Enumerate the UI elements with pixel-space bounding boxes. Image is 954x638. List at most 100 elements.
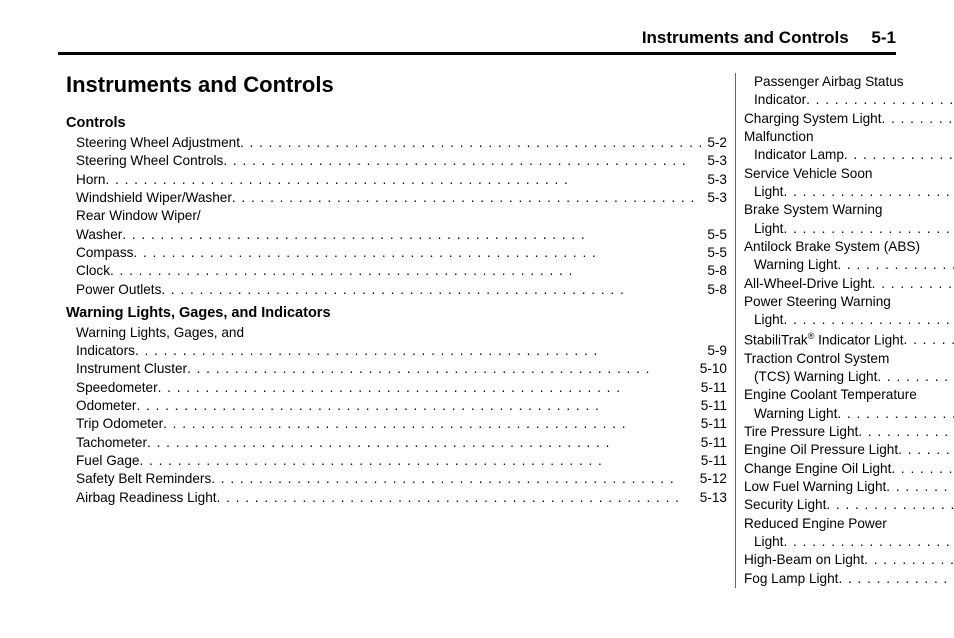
- toc-label: Safety Belt Reminders: [76, 470, 211, 488]
- column-2: Passenger Airbag StatusIndicator5-14Char…: [735, 73, 954, 588]
- toc-leader: [783, 220, 954, 238]
- toc-page: 5-9: [703, 342, 727, 360]
- toc-leader: [122, 226, 703, 244]
- toc-page: 5-10: [696, 360, 727, 378]
- toc-label: Change Engine Oil Light: [744, 460, 891, 478]
- column-1: Instruments and Controls Controls Steerin…: [58, 73, 735, 588]
- toc-group-title: Controls: [66, 115, 727, 132]
- toc-entry: All-Wheel-Drive Light5-19: [744, 275, 954, 293]
- toc-label: Speedometer: [76, 379, 158, 397]
- toc-entry: Speedometer5-11: [66, 379, 727, 397]
- toc-label: High-Beam on Light: [744, 551, 864, 569]
- toc-entry: Compass5-5: [66, 244, 727, 262]
- toc-label: Tire Pressure Light: [744, 423, 858, 441]
- toc-entry-wrap: Malfunction: [744, 128, 954, 146]
- toc-leader: [783, 533, 954, 551]
- toc-leader: [826, 496, 954, 514]
- toc-leader: [806, 91, 954, 109]
- toc-leader: [837, 256, 954, 274]
- toc-entry: StabiliTrak® Indicator Light5-20: [744, 330, 954, 350]
- toc-label: Light: [754, 533, 783, 551]
- toc-leader: [886, 478, 954, 496]
- toc-entry: Warning Light5-21: [744, 405, 954, 423]
- toc-group-title: Warning Lights, Gages, and Indicators: [66, 305, 727, 322]
- toc-label: (TCS) Warning Light: [754, 368, 877, 386]
- toc-leader: [105, 171, 703, 189]
- toc-list: Warning Lights, Gages, andIndicators5-9I…: [66, 324, 727, 507]
- toc-entry-wrap: Service Vehicle Soon: [744, 165, 954, 183]
- toc-entry: Fog Lamp Light5-24: [744, 570, 954, 588]
- section-title: Instruments and Controls: [66, 73, 727, 97]
- toc-page: 5-8: [703, 262, 727, 280]
- toc-label: Power Outlets: [76, 281, 161, 299]
- toc-label: StabiliTrak® Indicator Light: [744, 330, 904, 350]
- toc-page: 5-3: [703, 171, 727, 189]
- toc-label: Trip Odometer: [76, 415, 163, 433]
- toc-leader: [864, 551, 954, 569]
- toc-leader: [135, 342, 703, 360]
- toc-entry-wrap: Reduced Engine Power: [744, 515, 954, 533]
- toc-entry: Clock 5-8: [66, 262, 727, 280]
- toc-leader: [904, 331, 954, 349]
- toc-leader: [133, 244, 703, 262]
- header-page: 5-1: [871, 28, 896, 47]
- toc-entry: Light5-18: [744, 220, 954, 238]
- toc-label: Indicators: [76, 342, 135, 360]
- toc-entry: Steering Wheel Adjustment5-2: [66, 134, 727, 152]
- page: Instruments and Controls 5-1 Instruments…: [0, 0, 954, 612]
- toc-leader: [158, 379, 697, 397]
- toc-page: 5-3: [703, 152, 727, 170]
- toc-leader: [161, 281, 703, 299]
- toc-leader: [136, 397, 696, 415]
- toc-label: Light: [754, 183, 783, 201]
- toc-leader: [147, 434, 697, 452]
- toc-label: Indicator: [754, 91, 806, 109]
- toc-label: Clock: [76, 262, 110, 280]
- toc-entry-wrap: Power Steering Warning: [744, 293, 954, 311]
- toc-leader: [783, 311, 954, 329]
- toc-leader: [877, 368, 954, 386]
- toc-entry: Indicator Lamp5-15: [744, 146, 954, 164]
- toc-page: 5-3: [703, 189, 727, 207]
- toc-entry-wrap: Rear Window Wiper/: [66, 207, 727, 225]
- toc-label: Washer: [76, 226, 122, 244]
- toc-page: 5-8: [703, 281, 727, 299]
- toc-leader: [837, 405, 954, 423]
- toc-label: Warning Light: [754, 405, 837, 423]
- toc-leader: [838, 570, 954, 588]
- toc-page: 5-11: [697, 452, 727, 470]
- toc-leader: [110, 262, 703, 280]
- toc-columns: Instruments and Controls Controls Steerin…: [58, 73, 896, 588]
- toc-label: Engine Oil Pressure Light: [744, 441, 898, 459]
- toc-label: Fog Lamp Light: [744, 570, 838, 588]
- toc-leader: [232, 189, 703, 207]
- toc-leader: [844, 146, 954, 164]
- toc-entry: (TCS) Warning Light5-20: [744, 368, 954, 386]
- toc-leader: [139, 452, 696, 470]
- toc-entry-wrap: Warning Lights, Gages, and: [66, 324, 727, 342]
- toc-entry-wrap: Passenger Airbag Status: [744, 73, 954, 91]
- toc-entry: Odometer5-11: [66, 397, 727, 415]
- toc-entry: Engine Oil Pressure Light5-22: [744, 441, 954, 459]
- toc-entry: Windshield Wiper/Washer 5-3: [66, 189, 727, 207]
- toc-page: 5-5: [703, 226, 727, 244]
- toc-label: Light: [754, 311, 783, 329]
- toc-entry-wrap: Brake System Warning: [744, 201, 954, 219]
- toc-leader: [783, 183, 954, 201]
- toc-leader: [858, 423, 954, 441]
- toc-page: 5-13: [696, 489, 727, 507]
- header-chapter: Instruments and Controls: [642, 28, 849, 47]
- toc-label: Steering Wheel Adjustment: [76, 134, 240, 152]
- toc-leader: [891, 460, 954, 478]
- toc-label: Horn: [76, 171, 105, 189]
- toc-leader: [882, 110, 954, 128]
- toc-leader: [187, 360, 696, 378]
- toc-label: Compass: [76, 244, 133, 262]
- toc-entry: Change Engine Oil Light5-22: [744, 460, 954, 478]
- toc-entry: Light5-20: [744, 311, 954, 329]
- toc-list: Steering Wheel Adjustment5-2Steering Whe…: [66, 134, 727, 299]
- toc-label: Airbag Readiness Light: [76, 489, 217, 507]
- toc-label: Windshield Wiper/Washer: [76, 189, 232, 207]
- toc-leader: [211, 470, 696, 488]
- toc-entry: Safety Belt Reminders5-12: [66, 470, 727, 488]
